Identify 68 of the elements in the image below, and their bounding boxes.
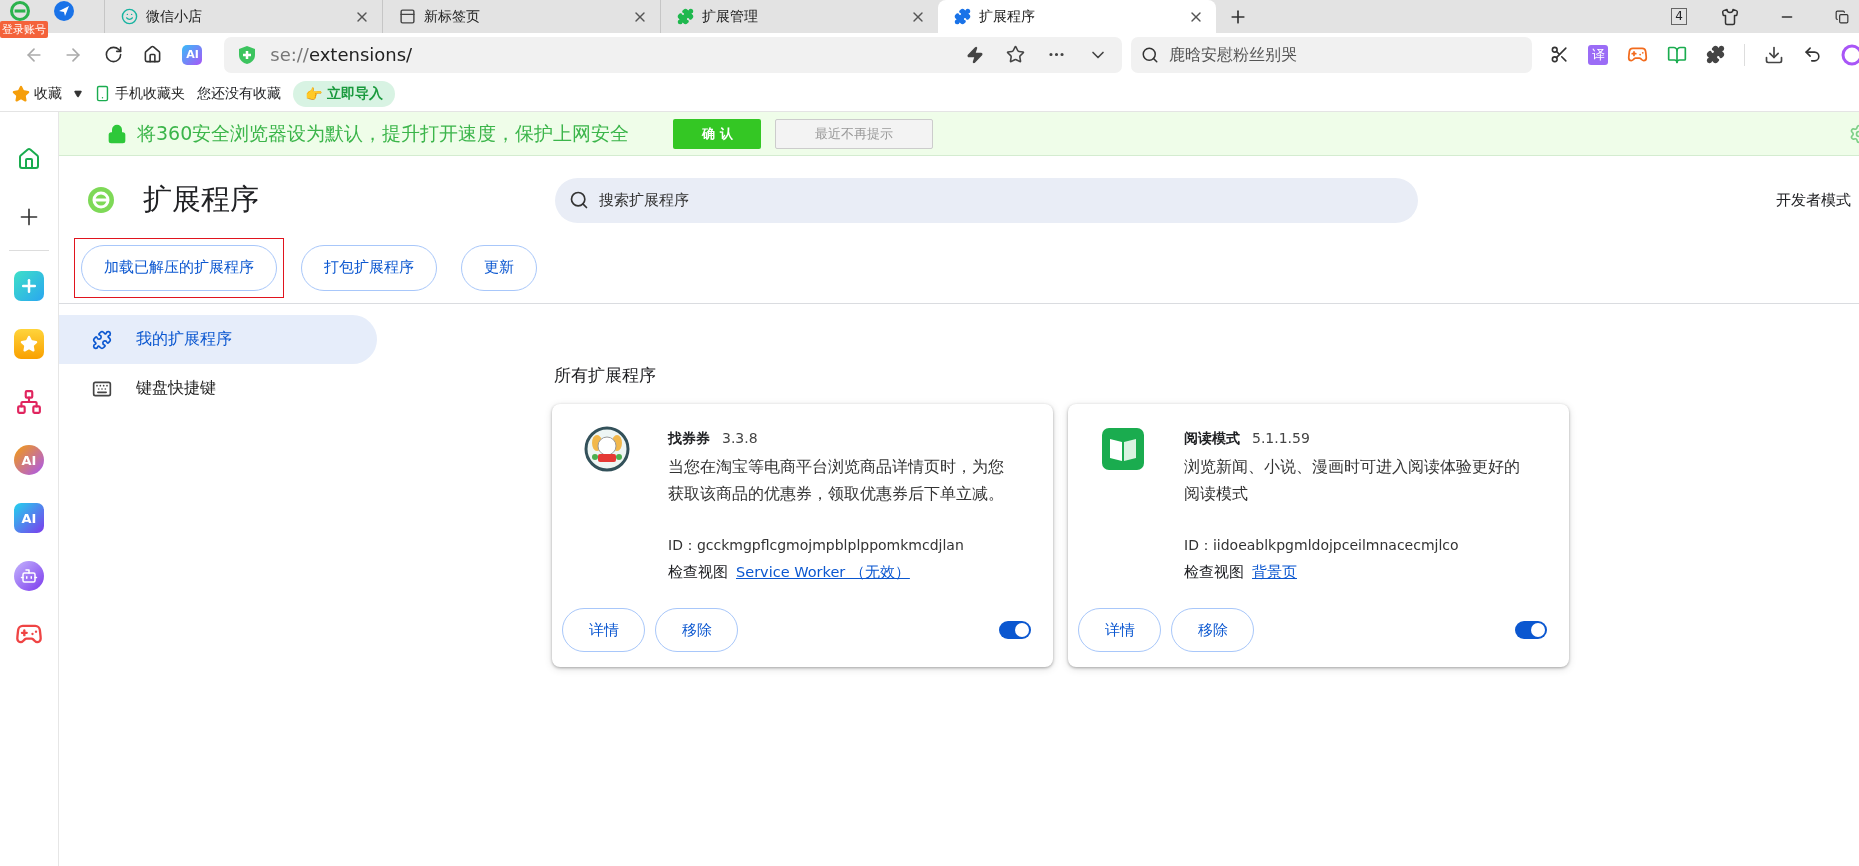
banner-message: 将360安全浏览器设为默认，提升打开速度，保护上网安全: [137, 120, 630, 146]
home-icon[interactable]: [143, 45, 163, 64]
enable-toggle[interactable]: [1515, 621, 1547, 639]
inspect-views-label: 检查视图: [668, 563, 728, 582]
browser-tab[interactable]: 扩展程序: [938, 0, 1216, 33]
book-icon[interactable]: [1667, 44, 1688, 65]
nav-item[interactable]: 我的扩展程序: [59, 315, 377, 364]
tab-count[interactable]: 4: [1671, 8, 1687, 25]
send-icon[interactable]: [54, 1, 74, 21]
card-button[interactable]: 详情: [562, 608, 645, 652]
puzzle-icon: [92, 329, 112, 350]
search-field[interactable]: 鹿晗安慰粉丝别哭: [1130, 36, 1533, 73]
empty-favorites-text: 您还没有收藏: [197, 84, 281, 103]
puzzle-icon: [954, 8, 971, 25]
extension-version: 3.3.8: [722, 430, 758, 446]
puzzle-icon: [677, 8, 694, 25]
inspect-views-label: 检查视图: [1184, 563, 1244, 582]
enable-toggle[interactable]: [999, 621, 1031, 639]
extensions-icon[interactable]: [1706, 45, 1726, 64]
extension-name: 阅读模式: [1184, 430, 1240, 448]
lock-icon: [107, 123, 127, 144]
shield-icon: [238, 44, 257, 65]
card-button[interactable]: 详情: [1078, 608, 1161, 652]
mobile-favorites-button[interactable]: 手机收藏夹: [94, 84, 185, 103]
shirt-icon[interactable]: [1721, 7, 1739, 26]
search-field[interactable]: 搜索扩展程序: [555, 177, 1418, 223]
bookmark-star-icon[interactable]: [1005, 45, 1025, 64]
action-button[interactable]: 加载已解压的扩展程序: [81, 244, 277, 291]
dropdown-icon[interactable]: [74, 89, 82, 98]
mascot-icon: [584, 426, 630, 472]
search-icon[interactable]: [569, 190, 589, 210]
browser-tab[interactable]: 新标签页: [382, 0, 660, 33]
scissors-icon[interactable]: [1550, 45, 1570, 64]
restore-icon[interactable]: [1835, 9, 1849, 24]
reload-icon[interactable]: [103, 45, 123, 64]
section-title: 所有扩展程序: [554, 364, 657, 387]
extension-version: 5.1.1.59: [1252, 430, 1310, 446]
card-button[interactable]: 移除: [1171, 608, 1254, 652]
browser-tab[interactable]: 微信小店: [104, 0, 382, 33]
inspect-link[interactable]: 背景页: [1252, 563, 1297, 582]
window-icon: [399, 8, 416, 25]
extension-name: 找券券: [668, 430, 710, 448]
robot-app-icon[interactable]: [14, 561, 44, 591]
page-title: 扩展程序: [143, 181, 260, 218]
download-icon[interactable]: [1764, 44, 1785, 65]
card-button[interactable]: 移除: [655, 608, 738, 652]
lightning-icon[interactable]: [965, 45, 984, 64]
network-app-icon[interactable]: [14, 387, 44, 417]
extension-description: 浏览新闻、小说、漫画时可进入阅读体验更好的阅读模式: [1184, 457, 1521, 505]
action-button[interactable]: 更新: [461, 244, 537, 291]
favorites-button[interactable]: 收藏: [12, 84, 62, 103]
inspect-link[interactable]: Service Worker （无效）: [736, 563, 910, 582]
search-icon[interactable]: [1140, 45, 1159, 64]
extension-id: ID：gcckmgpflcgmojmpblplppomkmcdjlan: [668, 537, 965, 555]
developer-mode-label: 开发者模式: [1776, 190, 1851, 210]
translate-button[interactable]: 译: [1588, 44, 1609, 65]
smiley-icon: [121, 8, 138, 25]
phone-icon: [94, 85, 111, 102]
browser-logo-icon: [85, 184, 117, 216]
book-icon: [1100, 426, 1146, 472]
extension-id: ID：iidoeablkpgmldojpceilmnacecmjlco: [1184, 537, 1460, 555]
star-icon: [12, 84, 30, 103]
nav-item[interactable]: 键盘快捷键: [59, 364, 377, 413]
ai-app-icon[interactable]: AI: [14, 503, 44, 533]
star-app-icon[interactable]: [14, 329, 44, 359]
extension-description: 当您在淘宝等电商平台浏览商品详情页时，为您获取该商品的优惠券，领取优惠券后下单立减。: [668, 457, 1005, 505]
action-button[interactable]: 打包扩展程序: [301, 244, 437, 291]
undo-icon[interactable]: [1803, 45, 1823, 64]
